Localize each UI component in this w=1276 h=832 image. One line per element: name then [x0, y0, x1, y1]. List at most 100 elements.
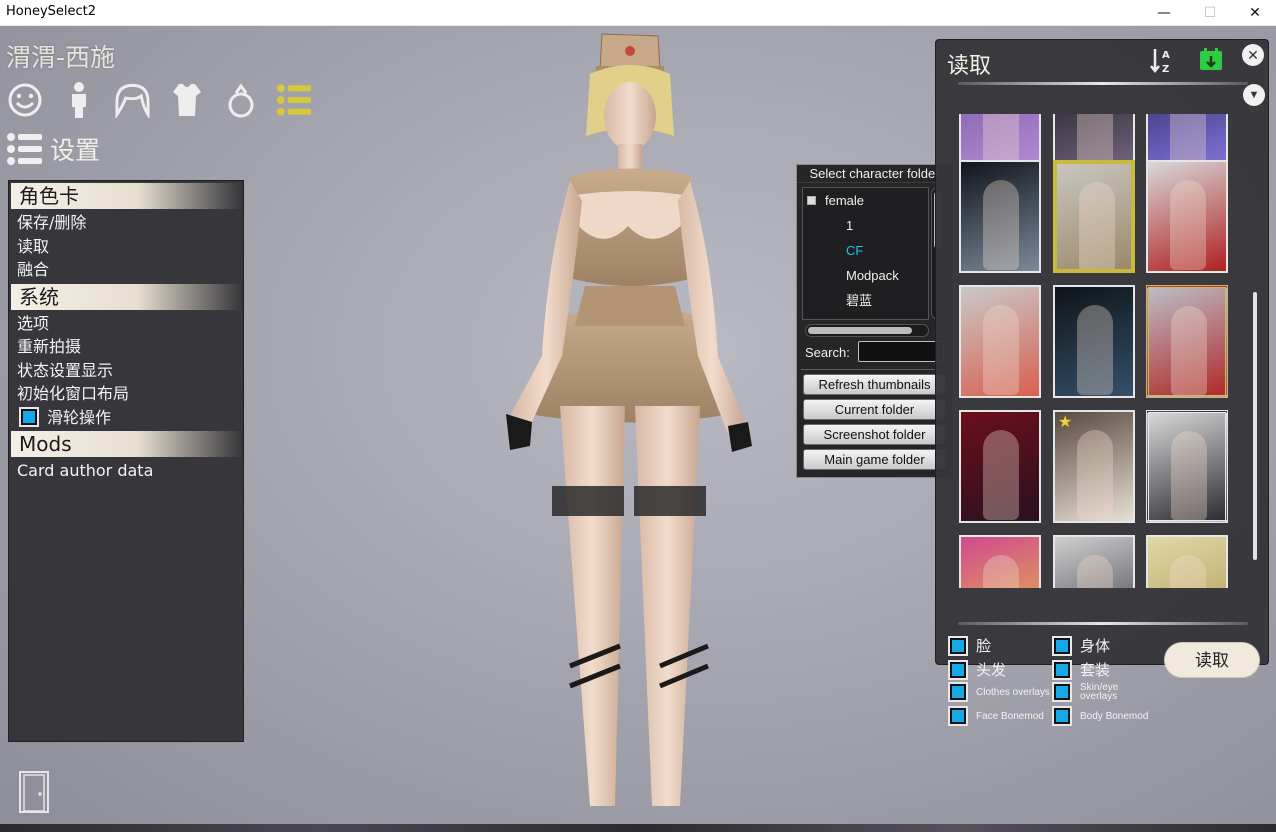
card-portrait [983, 180, 1019, 270]
accessory-icon[interactable] [222, 80, 259, 120]
wheel-label: 滑轮操作 [47, 407, 112, 427]
section-header-card: 角色卡 [11, 183, 241, 209]
character-card-thumbnail[interactable] [959, 285, 1041, 398]
option-hair[interactable]: 头发 [948, 659, 1006, 680]
load-panel-title: 读取 [947, 54, 992, 79]
floor [0, 824, 1276, 832]
option-label: Clothes overlays [976, 686, 1050, 698]
maximize-button[interactable]: ☐ [1187, 0, 1233, 26]
folder-search-input[interactable] [858, 341, 944, 362]
card-portrait [983, 430, 1019, 520]
option-outfit[interactable]: 套装 [1052, 659, 1110, 680]
calendar-sort-icon[interactable] [1198, 46, 1224, 72]
character-card-thumbnail[interactable] [959, 535, 1041, 588]
folder-buttons: Refresh thumbnails Current folder Screen… [801, 369, 948, 474]
divider [958, 622, 1248, 625]
option-clothes-overlays[interactable]: Clothes overlays [948, 682, 1050, 702]
character-card-thumbnail[interactable] [1146, 535, 1228, 588]
search-label: Search: [805, 345, 850, 360]
character-card-thumbnail[interactable] [1053, 535, 1135, 588]
body-icon[interactable] [60, 80, 97, 120]
option-face[interactable]: 脸 [948, 635, 991, 656]
minimize-button[interactable]: — [1141, 0, 1187, 26]
character-card-thumbnail[interactable] [1053, 285, 1135, 398]
option-label: Body Bonemod [1080, 710, 1149, 722]
option-skin-eye-overlays[interactable]: Skin/eye overlays [1052, 682, 1120, 702]
menu-item-reset-layout[interactable]: 初始化窗口布局 [9, 382, 243, 406]
menu-item-wheel-toggle[interactable]: 滑轮操作 [9, 406, 243, 430]
close-window-button[interactable]: ✕ [1232, 0, 1276, 26]
category-toolbar [6, 80, 313, 120]
section-header-system: 系统 [11, 283, 241, 310]
menu-item-save-delete[interactable]: 保存/删除 [9, 211, 243, 235]
folder-item[interactable]: 碧蓝 [803, 288, 928, 313]
thumbnail-scrollbar[interactable] [1253, 292, 1257, 560]
folder-root[interactable]: female [803, 188, 928, 213]
window-title: HoneySelect2 [6, 4, 97, 19]
character-card-thumbnail[interactable] [1146, 285, 1228, 398]
divider [958, 82, 1248, 85]
folder-item[interactable]: 1 [803, 213, 928, 238]
card-thumbnail-grid[interactable]: ★ [954, 114, 1254, 588]
menu-item-load[interactable]: 读取 [9, 235, 243, 259]
character-card-thumbnail[interactable] [959, 160, 1041, 273]
folder-tree-hscrollbar[interactable] [805, 324, 929, 337]
body-checkbox[interactable] [1052, 635, 1072, 656]
main-game-folder-button[interactable]: Main game folder [803, 449, 946, 470]
menu-item-status-display[interactable]: 状态设置显示 [9, 359, 243, 383]
card-portrait [1170, 180, 1206, 270]
hair-icon[interactable] [114, 80, 151, 120]
menu-item-retake[interactable]: 重新拍摄 [9, 335, 243, 359]
load-button[interactable]: 读取 [1164, 642, 1260, 678]
character-card-thumbnail-selected[interactable] [1053, 160, 1135, 273]
svg-text:Z: Z [1162, 64, 1169, 74]
menu-item-merge[interactable]: 融合 [9, 258, 243, 282]
hair-checkbox[interactable] [948, 659, 968, 680]
character-card-thumbnail[interactable] [1146, 410, 1228, 523]
option-body[interactable]: 身体 [1052, 635, 1110, 656]
card-portrait [1171, 431, 1207, 520]
card-portrait [1079, 182, 1115, 269]
folder-item-selected[interactable]: CF [803, 238, 928, 263]
game-viewport[interactable]: 渭渭-西施 设置 角色卡 保存/删除 读取 融合 系统 选项 重新拍摄 状态设置… [0, 26, 1276, 832]
current-folder-button[interactable]: Current folder [803, 399, 946, 420]
load-card-panel: 读取 AZ ✕ ▼ ★ [935, 39, 1269, 665]
collapse-icon[interactable] [807, 196, 816, 205]
menu-item-card-author[interactable]: Card author data [9, 459, 243, 483]
sort-az-icon[interactable]: AZ [1148, 46, 1176, 75]
load-panel-close-button[interactable]: ✕ [1242, 44, 1264, 66]
outfit-checkbox[interactable] [1052, 659, 1072, 680]
face-bonemod-checkbox[interactable] [948, 706, 968, 726]
title-bar: HoneySelect2 — ☐ ✕ [0, 0, 1276, 26]
wheel-checkbox[interactable] [19, 407, 39, 428]
clothes-overlays-checkbox[interactable] [948, 682, 968, 702]
skin-eye-overlays-checkbox[interactable] [1052, 682, 1072, 702]
character-card-thumbnail[interactable] [959, 410, 1041, 523]
character-card-thumbnail[interactable]: ★ [1053, 410, 1135, 523]
menu-item-options[interactable]: 选项 [9, 312, 243, 336]
clothes-icon[interactable] [168, 80, 205, 120]
character-name: 渭渭-西施 [6, 43, 116, 72]
favorite-star-icon: ★ [1058, 414, 1073, 431]
option-label: 脸 [976, 637, 992, 655]
folder-item[interactable]: Modpack [803, 263, 928, 288]
face-checkbox[interactable] [948, 635, 968, 656]
card-portrait [1171, 306, 1207, 395]
section-header-mods: Mods [11, 431, 241, 457]
card-portrait [983, 305, 1019, 395]
option-face-bonemod[interactable]: Face Bonemod [948, 706, 1044, 726]
exit-door-icon[interactable] [18, 770, 50, 814]
filter-dropdown-button[interactable]: ▼ [1243, 84, 1265, 106]
option-label: 套装 [1080, 661, 1111, 679]
character-card-thumbnail[interactable] [1146, 160, 1228, 273]
body-bonemod-checkbox[interactable] [1052, 706, 1072, 726]
character-model[interactable] [470, 26, 770, 826]
face-icon[interactable] [6, 80, 43, 120]
settings-label: 设置 [50, 136, 101, 165]
screenshot-folder-button[interactable]: Screenshot folder [803, 424, 946, 445]
refresh-thumbnails-button[interactable]: Refresh thumbnails [803, 374, 946, 395]
option-body-bonemod[interactable]: Body Bonemod [1052, 706, 1148, 726]
system-menu-icon[interactable] [276, 80, 313, 120]
svg-text:A: A [1162, 50, 1170, 61]
folder-tree[interactable]: female 1 CF Modpack 碧蓝 [802, 187, 929, 320]
